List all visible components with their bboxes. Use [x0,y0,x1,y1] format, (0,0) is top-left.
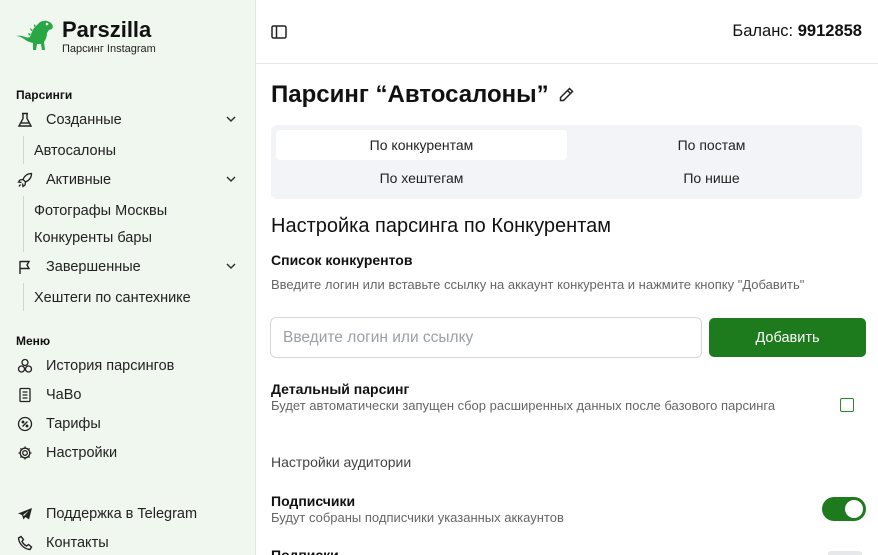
brand-name: Parszilla [62,17,152,42]
menu-item-label: ЧаВо [46,387,82,403]
competitor-input[interactable] [270,317,702,358]
chevron-down-icon[interactable] [224,259,238,273]
gear-icon [16,444,34,462]
followers-help: Будут собраны подписчики указанных аккау… [271,510,564,525]
followers-toggle[interactable] [822,497,866,521]
detailed-parsing-help: Будет автоматически запущен сбор расшире… [271,398,776,413]
menu-item-faq[interactable]: ЧаВо [16,382,244,408]
chevron-down-icon[interactable] [224,172,238,186]
sidebar-item-photographers[interactable]: Фотографы Москвы [34,201,167,221]
telegram-icon [16,505,34,523]
footer-item-contacts[interactable]: Контакты [16,530,244,555]
tab-competitors[interactable]: По конкурентам [276,130,567,160]
following-toggle[interactable] [828,551,862,555]
book-icon [16,386,34,404]
sidebar-item-hashtags-plumbing[interactable]: Хештеги по сантехнике [34,288,191,308]
competitors-label: Список конкурентов [271,252,413,268]
balance-value: 9912858 [797,22,862,40]
page-title-row: Парсинг “Автосалоны” [271,81,575,109]
tree-line [23,196,24,252]
followers-label: Подписчики [271,493,356,509]
sidebar-item-bars[interactable]: Конкуренты бары [34,228,152,248]
menu-item-settings[interactable]: Настройки [16,440,244,466]
main-content: Парсинг “Автосалоны” По конкурентам По п… [256,65,878,555]
balance-label: Баланс: [732,22,794,40]
menu-item-history[interactable]: История парсингов [16,353,244,379]
menu-section-title: Меню [16,334,51,348]
nav-group-active[interactable]: Активные [16,167,244,193]
history-icon [16,357,34,375]
footer-item-label: Поддержка в Telegram [46,506,198,522]
nav-group-finished[interactable]: Завершенные [16,254,244,280]
brand[interactable]: Parszilla Парсинг Instagram [16,18,156,56]
nav-group-label: Созданные [46,112,122,128]
rocket-icon [16,171,34,189]
detailed-parsing-checkbox[interactable] [840,398,854,412]
section-title: Настройка парсинга по Конкурентам [271,215,612,237]
detailed-parsing-label: Детальный парсинг [271,381,410,397]
tree-line [23,136,24,164]
pencil-edit-icon[interactable] [557,86,575,104]
nav-group-created[interactable]: Созданные [16,107,244,133]
dinosaur-logo-icon [16,20,53,50]
flask-icon [16,111,34,129]
menu-item-tariffs[interactable]: Тарифы [16,411,244,437]
footer-item-label: Контакты [46,535,109,551]
sidebar-toggle-icon[interactable] [270,23,288,41]
menu-item-label: История парсингов [46,358,175,374]
tree-line [23,283,24,311]
nav-group-label: Активные [46,172,112,188]
flag-icon [16,258,34,276]
top-bar: Баланс: 9912858 [256,0,878,64]
sidebar-item-autosalons[interactable]: Автосалоны [34,141,116,161]
page-title: Парсинг “Автосалоны” [271,81,549,108]
menu-item-label: Тарифы [46,416,101,432]
following-label: Подписки [271,547,339,555]
tab-hashtags[interactable]: По хештегам [276,163,567,193]
sidebar: Parszilla Парсинг Instagram Парсинги Соз… [0,0,256,555]
tab-posts[interactable]: По постам [566,130,857,160]
percent-icon [16,415,34,433]
tab-niche[interactable]: По нише [566,163,857,193]
menu-item-label: Настройки [46,445,118,461]
toggle-knob [845,500,863,518]
brand-subtitle: Парсинг Instagram [62,43,156,55]
chevron-down-icon[interactable] [224,112,238,126]
add-button[interactable]: Добавить [709,318,866,357]
audience-settings-title: Настройки аудитории [271,454,412,470]
phone-icon [16,534,34,552]
footer-item-telegram[interactable]: Поддержка в Telegram [16,501,244,527]
parsings-section-title: Парсинги [16,88,73,102]
parsing-type-tabs: По конкурентам По постам По хештегам По … [271,125,862,199]
balance: Баланс: 9912858 [732,22,862,41]
nav-group-label: Завершенные [46,259,141,275]
competitors-help: Введите логин или вставьте ссылку на акк… [271,277,805,292]
